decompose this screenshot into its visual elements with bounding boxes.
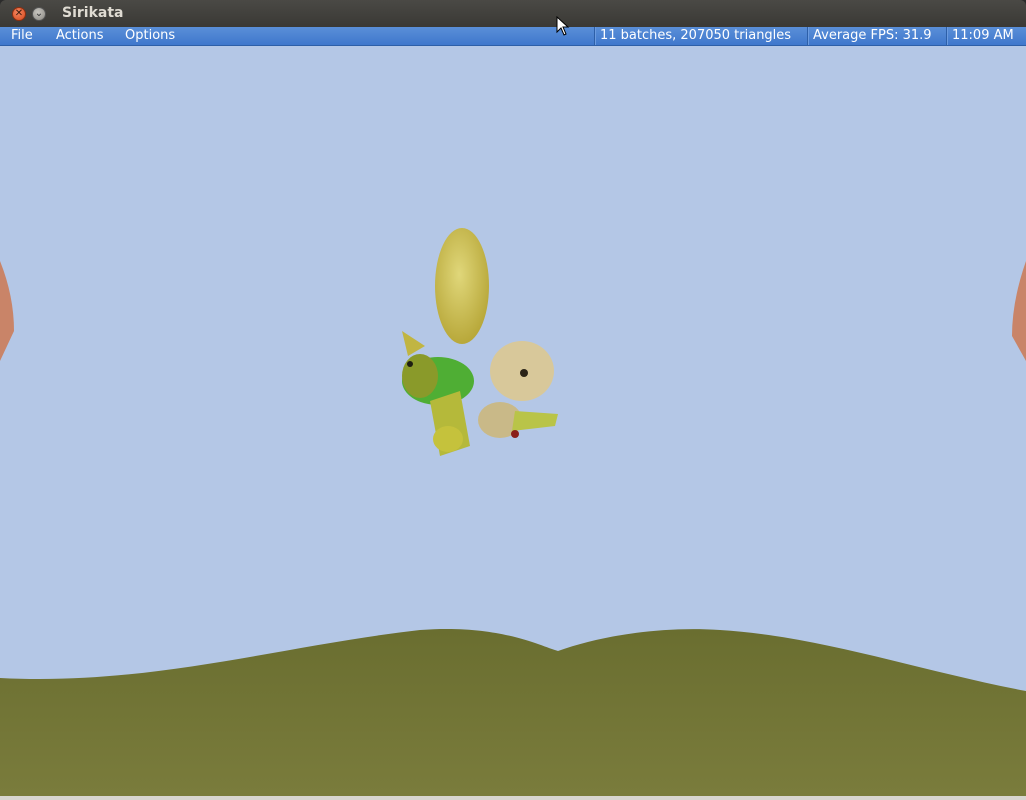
window-bottom-border	[0, 796, 1026, 800]
clock: 11:09 AM	[946, 27, 1026, 45]
foot	[433, 426, 463, 452]
red-spot	[511, 430, 519, 438]
left-edge-object	[0, 261, 14, 361]
mouse-cursor-icon	[556, 16, 570, 36]
menu-actions[interactable]: Actions	[56, 28, 104, 43]
menu-file[interactable]: File	[11, 28, 33, 43]
window-title: Sirikata	[62, 5, 124, 21]
close-button[interactable]: ✕	[12, 7, 26, 21]
menubar: File Actions Options 11 batches, 207050 …	[0, 27, 1026, 46]
right-edge-object	[1012, 261, 1026, 361]
menu-options[interactable]: Options	[125, 28, 175, 43]
wing	[435, 228, 489, 344]
minimize-button[interactable]: ⌄	[32, 7, 46, 21]
eye	[520, 369, 528, 377]
scene	[0, 228, 1026, 796]
3d-viewport[interactable]	[0, 46, 1026, 796]
minimize-icon: ⌄	[34, 8, 44, 19]
close-icon: ✕	[14, 8, 24, 19]
terrain	[0, 628, 1026, 796]
body-rear	[402, 354, 438, 398]
window-titlebar[interactable]: ✕ ⌄ Sirikata	[0, 0, 1026, 27]
dragonfly-avatar[interactable]	[402, 228, 558, 456]
arm	[512, 411, 558, 431]
antenna	[402, 331, 425, 356]
fps-readout: Average FPS: 31.9	[807, 27, 948, 45]
eye-rear	[407, 361, 413, 367]
render-stats: 11 batches, 207050 triangles	[594, 27, 808, 45]
